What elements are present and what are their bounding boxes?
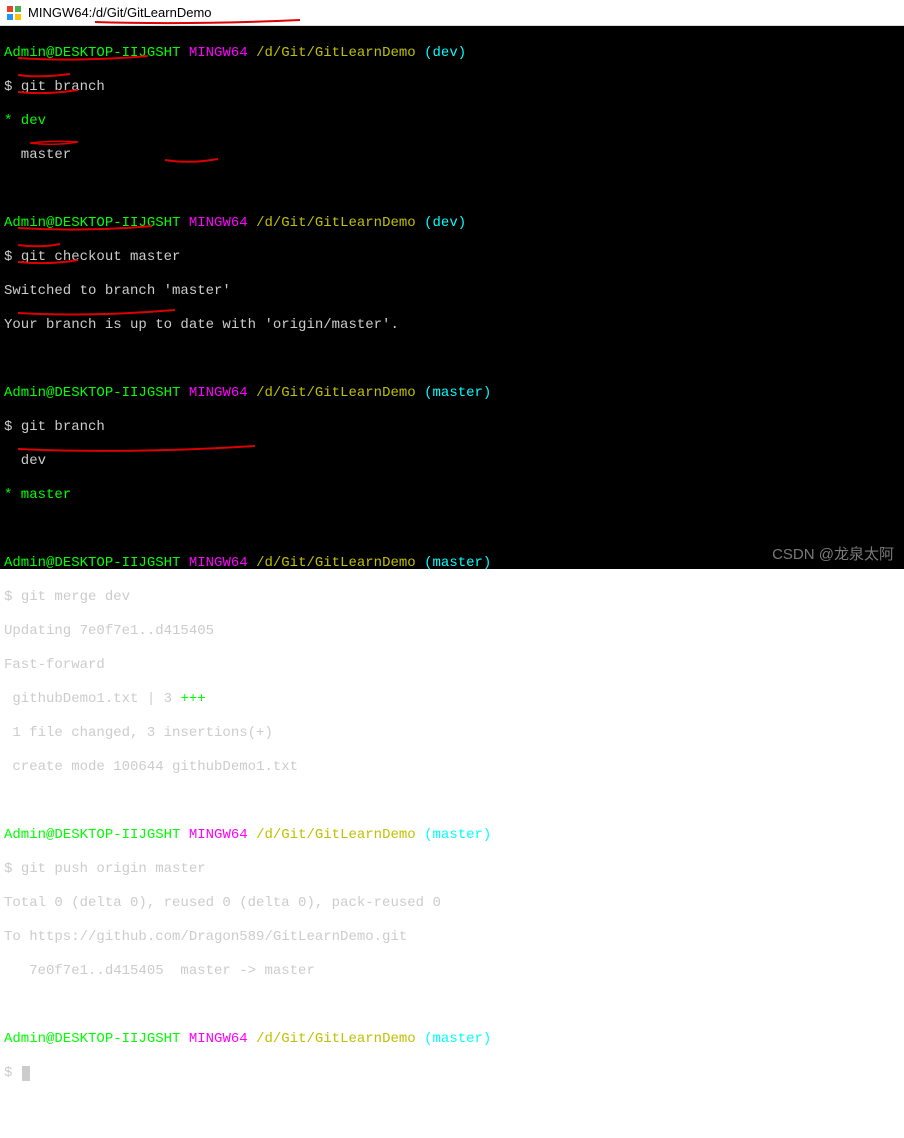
blank-line xyxy=(4,521,900,538)
prompt-line: Admin@DESKTOP-IIJGSHT MINGW64 /d/Git/Git… xyxy=(4,215,900,232)
blank-line xyxy=(4,793,900,810)
output-line: Your branch is up to date with 'origin/m… xyxy=(4,317,900,334)
output-line: 1 file changed, 3 insertions(+) xyxy=(4,725,900,742)
command-line: $ git branch xyxy=(4,79,900,96)
prompt-line: Admin@DESKTOP-IIJGSHT MINGW64 /d/Git/Git… xyxy=(4,385,900,402)
output-line: create mode 100644 githubDemo1.txt xyxy=(4,759,900,776)
output-line: githubDemo1.txt | 3 +++ xyxy=(4,691,900,708)
output-line: To https://github.com/Dragon589/GitLearn… xyxy=(4,929,900,946)
window-titlebar: MINGW64:/d/Git/GitLearnDemo xyxy=(0,0,904,26)
prompt-line: Admin@DESKTOP-IIJGSHT MINGW64 /d/Git/Git… xyxy=(4,45,900,62)
window-title: MINGW64:/d/Git/GitLearnDemo xyxy=(28,5,212,20)
output-line: Fast-forward xyxy=(4,657,900,674)
output-line: Switched to branch 'master' xyxy=(4,283,900,300)
output-line: * dev xyxy=(4,113,900,130)
terminal-cursor xyxy=(22,1066,30,1081)
blank-line xyxy=(4,351,900,368)
output-line: dev xyxy=(4,453,900,470)
command-line: $ git branch xyxy=(4,419,900,436)
command-line: $ git merge dev xyxy=(4,589,900,606)
terminal-area[interactable]: Admin@DESKTOP-IIJGSHT MINGW64 /d/Git/Git… xyxy=(0,26,904,569)
output-line: Updating 7e0f7e1..d415405 xyxy=(4,623,900,640)
prompt-line: Admin@DESKTOP-IIJGSHT MINGW64 /d/Git/Git… xyxy=(4,555,900,572)
prompt-line: Admin@DESKTOP-IIJGSHT MINGW64 /d/Git/Git… xyxy=(4,827,900,844)
command-line[interactable]: $ xyxy=(4,1065,900,1082)
output-line: Total 0 (delta 0), reused 0 (delta 0), p… xyxy=(4,895,900,912)
blank-line xyxy=(4,997,900,1014)
command-line: $ git push origin master xyxy=(4,861,900,878)
output-line: 7e0f7e1..d415405 master -> master xyxy=(4,963,900,980)
output-line: master xyxy=(4,147,900,164)
blank-line xyxy=(4,181,900,198)
prompt-line: Admin@DESKTOP-IIJGSHT MINGW64 /d/Git/Git… xyxy=(4,1031,900,1048)
output-line: * master xyxy=(4,487,900,504)
git-bash-icon xyxy=(6,5,22,21)
command-line: $ git checkout master xyxy=(4,249,900,266)
